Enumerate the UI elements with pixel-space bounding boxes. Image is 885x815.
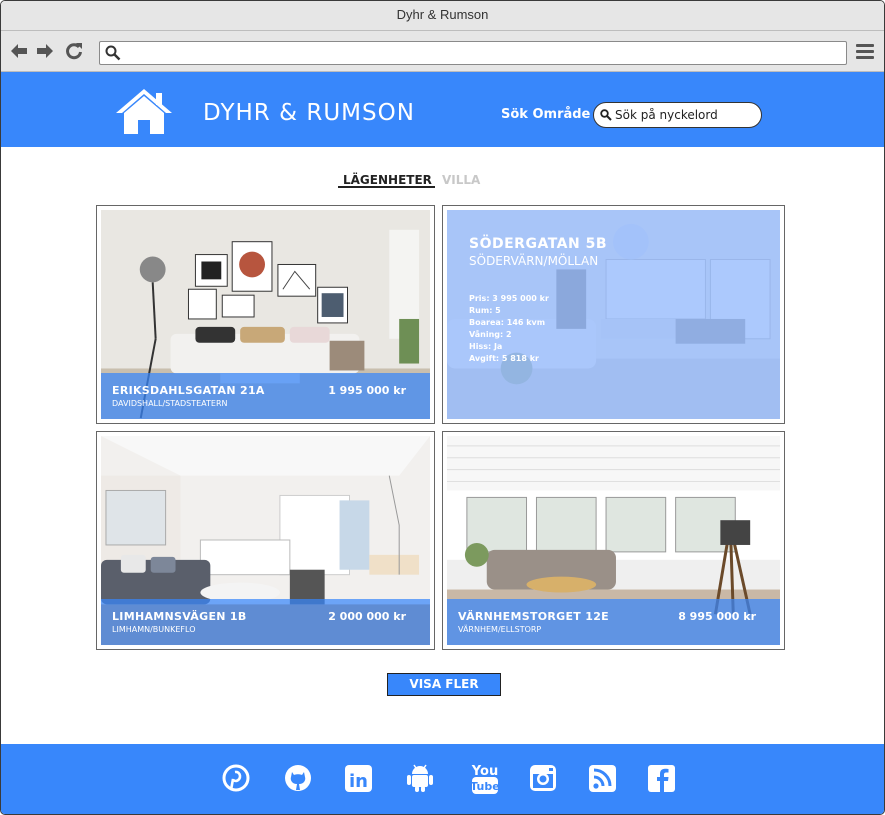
fact-area: Boarea: 146 kvm	[469, 318, 546, 327]
listing-street: SÖDERGATAN 5B	[469, 236, 607, 252]
fact-fee: Avgift: 5 818 kr	[469, 354, 539, 363]
search-field[interactable]	[593, 102, 762, 128]
search-area-label: Sök Område	[501, 107, 591, 122]
brand-name[interactable]: DYHR & RUMSON	[203, 100, 415, 126]
listing-info-bar: VÄRNHEMSTORGET 12E VÄRNHEM/ELLSTORP 8 99…	[447, 599, 780, 645]
forward-arrow-icon[interactable]	[35, 41, 55, 61]
fact-rooms: Rum: 5	[469, 306, 501, 315]
listing-facts: Pris: 3 995 000 kr Rum: 5 Boarea: 146 kv…	[469, 293, 549, 365]
listing-card[interactable]: ERIKSDAHLSGATAN 21A DAVIDSHALL/STADSTEAT…	[96, 205, 435, 424]
listing-details-overlay: SÖDERGATAN 5B SÖDERVÄRN/MÖLLAN Pris: 3 9…	[447, 210, 780, 419]
listing-street: ERIKSDAHLSGATAN 21A	[112, 384, 265, 397]
search-icon	[105, 45, 121, 61]
listing-photo: LIMHAMNSVÄGEN 1B LIMHAMN/BUNKEFLO 2 000 …	[101, 436, 430, 645]
linkedin-icon[interactable]: in	[344, 762, 374, 794]
site-footer: in You Tube	[1, 744, 884, 814]
youtube-text-top: You	[471, 764, 498, 779]
active-tab-underline	[338, 186, 435, 188]
listing-price: 8 995 000 kr	[678, 610, 756, 623]
fact-price: Pris: 3 995 000 kr	[469, 294, 549, 303]
fact-floor: Våning: 2	[469, 330, 512, 339]
linkedin-text: in	[349, 771, 368, 792]
youtube-icon[interactable]: You Tube	[470, 762, 500, 794]
hamburger-menu-icon[interactable]	[856, 44, 874, 60]
listing-street: VÄRNHEMSTORGET 12E	[458, 610, 609, 623]
show-more-button[interactable]: VISA FLER	[387, 673, 501, 696]
back-arrow-icon[interactable]	[9, 41, 29, 61]
browser-window: Dyhr & Rumson DYHR & RUMSON Sök Område S…	[0, 0, 885, 815]
tab-apartments[interactable]: LÄGENHETER	[343, 173, 432, 187]
window-title: Dyhr & Rumson	[1, 1, 884, 31]
github-icon[interactable]	[283, 762, 313, 794]
listing-price: 2 000 000 kr	[328, 610, 406, 623]
search-input[interactable]	[615, 106, 755, 124]
search-icon	[600, 109, 612, 121]
fact-elevator: Hiss: Ja	[469, 342, 503, 351]
pinterest-icon[interactable]	[221, 762, 251, 794]
listing-card-expanded[interactable]: SÖDERGATAN 5B SÖDERVÄRN/MÖLLAN Pris: 3 9…	[442, 205, 785, 424]
listing-card[interactable]: LIMHAMNSVÄGEN 1B LIMHAMN/BUNKEFLO 2 000 …	[96, 431, 435, 650]
home-icon[interactable]	[114, 87, 174, 135]
listing-area: DAVIDSHALL/STADSTEATERN	[112, 399, 228, 408]
listing-card[interactable]: VÄRNHEMSTORGET 12E VÄRNHEM/ELLSTORP 8 99…	[442, 431, 785, 650]
listing-area: LIMHAMN/BUNKEFLO	[112, 625, 196, 634]
browser-toolbar	[1, 31, 884, 72]
address-bar[interactable]	[99, 41, 847, 65]
listing-photo: ERIKSDAHLSGATAN 21A DAVIDSHALL/STADSTEAT…	[101, 210, 430, 419]
android-icon[interactable]	[405, 762, 435, 794]
youtube-text-bottom: Tube	[471, 780, 499, 793]
listing-area: VÄRNHEM/ELLSTORP	[458, 625, 542, 634]
listing-street: LIMHAMNSVÄGEN 1B	[112, 610, 247, 623]
rss-icon[interactable]	[588, 762, 618, 794]
site-header: DYHR & RUMSON Sök Område	[1, 72, 884, 147]
listing-price: 1 995 000 kr	[328, 384, 406, 397]
tab-villa[interactable]: VILLA	[442, 173, 480, 187]
facebook-icon[interactable]	[647, 762, 677, 794]
reload-icon[interactable]	[64, 41, 84, 61]
listing-info-bar: LIMHAMNSVÄGEN 1B LIMHAMN/BUNKEFLO 2 000 …	[101, 599, 430, 645]
listing-photo: VÄRNHEMSTORGET 12E VÄRNHEM/ELLSTORP 8 99…	[447, 436, 780, 645]
instagram-icon[interactable]	[528, 762, 558, 794]
listing-photo: SÖDERGATAN 5B SÖDERVÄRN/MÖLLAN Pris: 3 9…	[447, 210, 780, 419]
listing-info-bar: ERIKSDAHLSGATAN 21A DAVIDSHALL/STADSTEAT…	[101, 373, 430, 419]
listing-area: SÖDERVÄRN/MÖLLAN	[469, 254, 599, 268]
